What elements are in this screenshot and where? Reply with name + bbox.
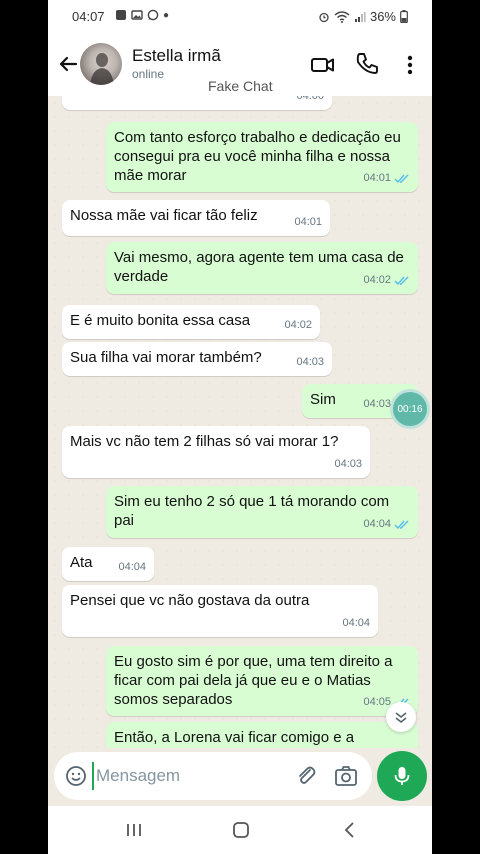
alarm-icon — [319, 12, 329, 22]
message-time: 04:03 — [296, 356, 324, 368]
more-options-icon[interactable] — [400, 52, 420, 78]
message-bubble-outgoing[interactable]: Então, a Lorena vai ficar comigo e a — [106, 722, 418, 748]
message-meta: 04:02 — [284, 316, 312, 335]
chat-header: Estella irmã online Fake Chat — [48, 34, 432, 96]
microphone-icon — [394, 767, 410, 785]
double-chevron-down-icon — [395, 712, 407, 724]
status-right: 36% — [318, 9, 408, 24]
avatar-silhouette-icon — [90, 53, 114, 85]
message-text: E é muito bonita essa casa — [70, 312, 251, 329]
message-meta: 04:03 — [296, 353, 324, 372]
message-bubble-outgoing[interactable]: Eu gosto sim é por que, uma tem direito … — [106, 646, 418, 716]
message-meta: 04:03 — [334, 455, 362, 474]
more-notifications-dot: ● — [163, 9, 170, 21]
message-text: Pensei que vc não gostava da outra — [70, 592, 310, 609]
recent-apps-icon[interactable] — [124, 820, 144, 840]
back-nav-icon[interactable] — [340, 820, 360, 840]
battery-icon — [400, 10, 408, 23]
system-nav-bar — [48, 806, 432, 854]
wifi-icon — [334, 10, 350, 23]
fake-chat-watermark: Fake Chat — [208, 78, 273, 94]
message-time: 04:03 — [363, 398, 391, 410]
message-meta: 04:01 — [363, 169, 410, 188]
composer-bar — [54, 752, 372, 800]
message-meta: 04:04 — [363, 515, 410, 534]
message-time: 04:02 — [284, 319, 312, 331]
phone-screen: 04:07 ● 36% Estella irmã online Fake Cha… — [48, 0, 432, 854]
voice-call-icon[interactable] — [354, 51, 380, 77]
read-receipt-icon — [394, 276, 409, 286]
home-icon[interactable] — [231, 820, 251, 840]
message-list[interactable]: 04:00 Com tanto esforço trabalho e dedic… — [48, 96, 432, 748]
back-arrow-icon[interactable] — [54, 50, 82, 78]
message-text: Então, a Lorena vai ficar comigo e a — [114, 729, 355, 746]
message-time: 04:04 — [363, 518, 391, 530]
message-bubble-incoming[interactable]: Pensei que vc não gostava da outra 04:04 — [62, 585, 378, 637]
notification-square-icon — [116, 10, 126, 20]
message-meta: 04:02 — [363, 271, 410, 290]
message-bubble-incoming[interactable]: Nossa mãe vai ficar tão feliz 04:01 — [62, 200, 330, 236]
notification-icons: ● — [115, 9, 169, 21]
message-meta: 04:04 — [118, 558, 146, 577]
message-text: Mais vc não tem 2 filhas só vai morar 1? — [70, 433, 339, 450]
recording-timer-badge[interactable]: 00:16 — [390, 389, 430, 429]
signal-icon — [354, 11, 366, 22]
battery-percent: 36% — [369, 9, 396, 24]
message-meta: 04:04 — [342, 614, 370, 633]
message-bubble-outgoing[interactable]: Vai mesmo, agora agente tem uma casa de … — [106, 242, 418, 294]
message-time: 04:01 — [294, 216, 322, 228]
message-time: 04:03 — [334, 458, 362, 470]
video-call-icon[interactable] — [310, 52, 336, 78]
message-bubble-incoming[interactable]: Sua filha vai morar também? 04:03 — [62, 342, 332, 376]
contact-status: online — [132, 67, 165, 81]
image-icon — [131, 10, 143, 20]
message-bubble-outgoing[interactable]: Com tanto esforço trabalho e dedicação e… — [106, 122, 418, 192]
camera-icon[interactable] — [334, 764, 358, 788]
voice-message-button[interactable] — [377, 751, 427, 801]
message-meta: 04:01 — [294, 213, 322, 232]
message-meta: 04:00 — [296, 96, 324, 106]
message-time: 04:01 — [363, 172, 391, 184]
message-text: Nossa mãe vai ficar tão feliz — [70, 207, 258, 224]
message-time: 04:04 — [342, 617, 370, 629]
message-time: 04:02 — [363, 274, 391, 286]
status-time: 04:07 — [72, 9, 105, 24]
message-time: 04:04 — [118, 561, 146, 573]
scroll-to-bottom-button[interactable] — [386, 702, 416, 732]
message-bubble-incoming[interactable]: Ata 04:04 — [62, 547, 154, 581]
whatsapp-icon — [147, 9, 159, 21]
emoji-icon[interactable] — [64, 764, 88, 788]
read-receipt-icon — [394, 520, 409, 530]
status-bar: 04:07 ● 36% — [48, 0, 432, 34]
message-time: 04:00 — [296, 96, 324, 102]
message-text: Sua filha vai morar também? — [70, 349, 262, 366]
paperclip-icon[interactable] — [294, 764, 318, 788]
message-bubble-incoming[interactable]: Mais vc não tem 2 filhas só vai morar 1?… — [62, 426, 370, 478]
contact-name[interactable]: Estella irmã — [132, 46, 221, 66]
message-bubble-incoming[interactable]: E é muito bonita essa casa 04:02 — [62, 305, 320, 339]
message-bubble-outgoing[interactable]: Sim eu tenho 2 só que 1 tá morando com p… — [106, 486, 418, 538]
contact-avatar[interactable] — [80, 43, 122, 85]
message-bubble-incoming[interactable]: 04:00 — [62, 96, 332, 110]
read-receipt-icon — [394, 174, 409, 184]
message-input[interactable] — [92, 762, 282, 790]
